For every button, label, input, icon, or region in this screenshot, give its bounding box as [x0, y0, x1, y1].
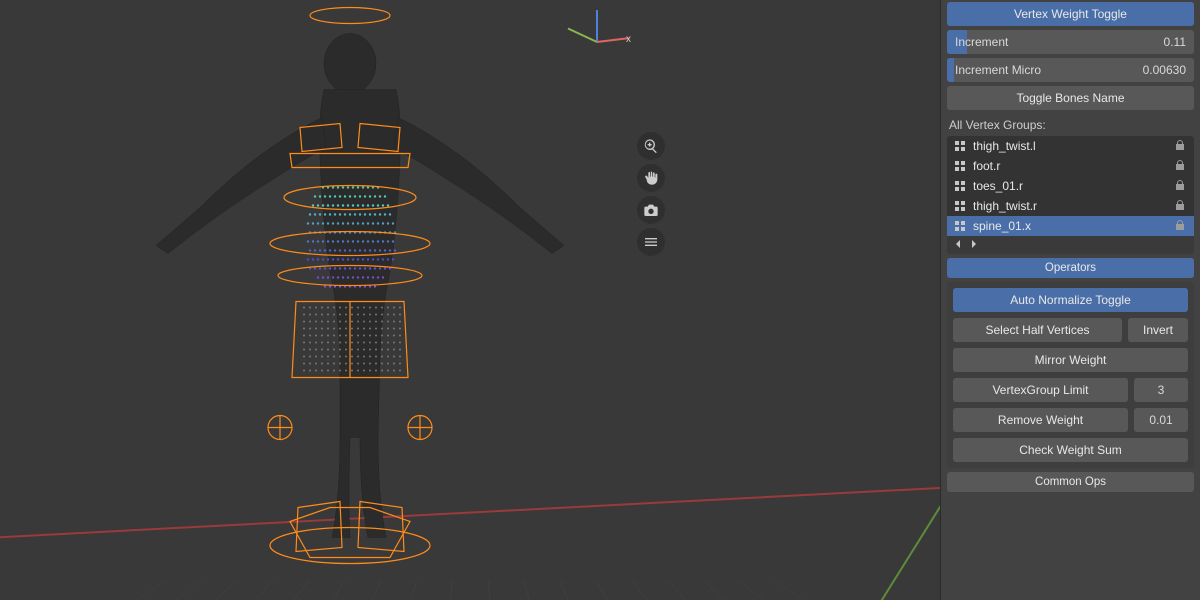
select-half-vertices-button[interactable]: Select Half Vertices	[953, 318, 1122, 342]
viewport-3d[interactable]: x	[0, 0, 940, 600]
increment-micro-label: Increment Micro	[947, 63, 1143, 77]
operators-panel: Auto Normalize Toggle Select Half Vertic…	[947, 282, 1194, 468]
gizmo-axis-x-label: x	[626, 34, 631, 45]
orientation-gizmo[interactable]: x	[562, 6, 632, 76]
vertex-group-list[interactable]: thigh_twist.l foot.r toes_01.r thigh_twist.…	[947, 136, 1194, 254]
vertex-group-icon	[953, 219, 967, 233]
operators-header-button[interactable]: Operators	[947, 258, 1194, 278]
invert-button[interactable]: Invert	[1128, 318, 1188, 342]
viewport-nav-tools	[637, 132, 665, 256]
orthographic-toggle-icon[interactable]	[637, 228, 665, 256]
vertex-group-icon	[953, 139, 967, 153]
scroll-right-icon[interactable]	[969, 238, 979, 252]
vertex-weight-toggle-button[interactable]: Vertex Weight Toggle	[947, 2, 1194, 26]
lock-icon[interactable]	[1174, 159, 1188, 173]
vertex-group-name: thigh_twist.l	[973, 139, 1168, 153]
vertex-group-name: toes_01.r	[973, 179, 1168, 193]
vertex-group-row[interactable]: spine_01.x	[947, 216, 1194, 236]
vertex-group-row[interactable]: toes_01.r	[947, 176, 1194, 196]
character-rig	[90, 0, 610, 583]
common-ops-header-button[interactable]: Common Ops	[947, 472, 1194, 492]
remove-weight-value[interactable]: 0.01	[1134, 408, 1188, 432]
scroll-left-icon[interactable]	[953, 238, 963, 252]
increment-micro-value: 0.00630	[1143, 63, 1194, 77]
vertex-group-icon	[953, 179, 967, 193]
floor-grid	[0, 581, 940, 600]
camera-icon[interactable]	[637, 196, 665, 224]
vertex-group-icon	[953, 159, 967, 173]
lock-icon[interactable]	[1174, 219, 1188, 233]
toggle-bones-name-button[interactable]: Toggle Bones Name	[947, 86, 1194, 110]
all-vertex-groups-heading: All Vertex Groups:	[947, 114, 1194, 132]
vertex-group-list-footer	[947, 236, 1194, 254]
increment-micro-slider[interactable]: Increment Micro 0.00630	[947, 58, 1194, 82]
lock-icon[interactable]	[1174, 199, 1188, 213]
mirror-weight-button[interactable]: Mirror Weight	[953, 348, 1188, 372]
increment-label: Increment	[947, 35, 1164, 49]
lock-icon[interactable]	[1174, 139, 1188, 153]
vertex-group-row[interactable]: foot.r	[947, 156, 1194, 176]
lock-icon[interactable]	[1174, 179, 1188, 193]
auto-normalize-toggle-button[interactable]: Auto Normalize Toggle	[953, 288, 1188, 312]
remove-weight-button[interactable]: Remove Weight	[953, 408, 1128, 432]
vertex-group-limit-button[interactable]: VertexGroup Limit	[953, 378, 1128, 402]
n-panel: Vertex Weight Toggle Increment 0.11 Incr…	[940, 0, 1200, 600]
check-weight-sum-button[interactable]: Check Weight Sum	[953, 438, 1188, 462]
zoom-icon[interactable]	[637, 132, 665, 160]
pan-hand-icon[interactable]	[637, 164, 665, 192]
increment-slider[interactable]: Increment 0.11	[947, 30, 1194, 54]
vertex-group-icon	[953, 199, 967, 213]
vertex-group-limit-value[interactable]: 3	[1134, 378, 1188, 402]
vertex-group-name: thigh_twist.r	[973, 199, 1168, 213]
vertex-group-name: foot.r	[973, 159, 1168, 173]
vertex-group-row[interactable]: thigh_twist.r	[947, 196, 1194, 216]
vertex-group-name: spine_01.x	[973, 219, 1168, 233]
vertex-group-row[interactable]: thigh_twist.l	[947, 136, 1194, 156]
increment-value: 0.11	[1164, 35, 1194, 49]
